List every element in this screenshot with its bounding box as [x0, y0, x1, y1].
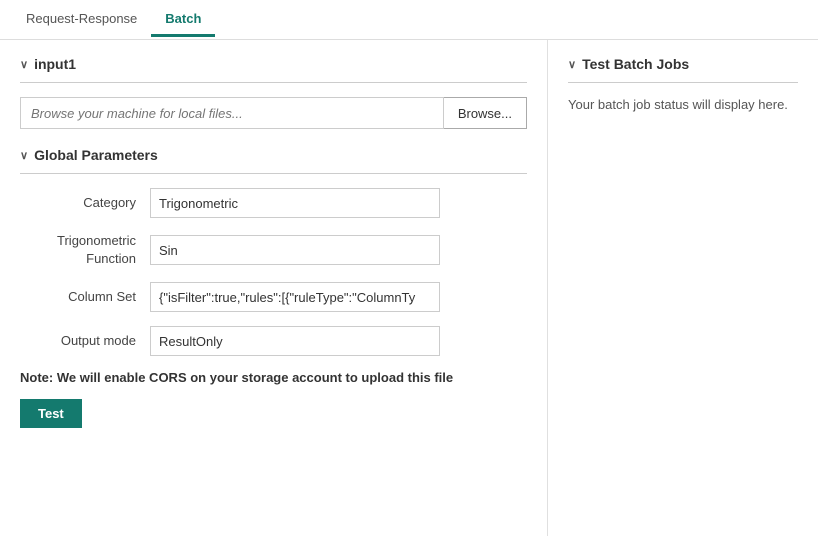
- input1-chevron-icon[interactable]: ∨: [20, 58, 28, 71]
- batch-jobs-divider: [568, 82, 798, 83]
- browse-button[interactable]: Browse...: [444, 97, 527, 129]
- input1-label: input1: [34, 56, 76, 72]
- param-label-output-mode: Output mode: [20, 332, 150, 350]
- input1-divider: [20, 82, 527, 83]
- param-input-category[interactable]: [150, 188, 440, 218]
- left-panel: ∨ input1 Browse... ∨ Global Parameters C…: [0, 40, 548, 536]
- global-params-chevron-icon[interactable]: ∨: [20, 149, 28, 162]
- browse-row: Browse...: [20, 97, 527, 129]
- param-row-trig-function: TrigonometricFunction: [20, 232, 527, 268]
- global-params-header: ∨ Global Parameters: [20, 147, 527, 163]
- param-row-column-set: Column Set: [20, 282, 527, 312]
- param-row-output-mode: Output mode: [20, 326, 527, 356]
- param-input-trig-function[interactable]: [150, 235, 440, 265]
- param-input-output-mode[interactable]: [150, 326, 440, 356]
- param-row-category: Category: [20, 188, 527, 218]
- batch-jobs-chevron-icon[interactable]: ∨: [568, 58, 576, 71]
- global-params-section: ∨ Global Parameters Category Trigonometr…: [20, 147, 527, 356]
- main-content: ∨ input1 Browse... ∨ Global Parameters C…: [0, 40, 818, 536]
- test-button[interactable]: Test: [20, 399, 82, 428]
- param-label-column-set: Column Set: [20, 288, 150, 306]
- param-input-column-set[interactable]: [150, 282, 440, 312]
- global-params-label: Global Parameters: [34, 147, 158, 163]
- right-panel: ∨ Test Batch Jobs Your batch job status …: [548, 40, 818, 536]
- tab-request-response[interactable]: Request-Response: [12, 3, 151, 37]
- batch-jobs-label: Test Batch Jobs: [582, 56, 689, 72]
- param-label-trig-function: TrigonometricFunction: [20, 232, 150, 268]
- batch-status-text: Your batch job status will display here.: [568, 97, 798, 112]
- browse-input[interactable]: [20, 97, 444, 129]
- tab-batch[interactable]: Batch: [151, 3, 215, 37]
- param-label-category: Category: [20, 194, 150, 212]
- tabs-bar: Request-Response Batch: [0, 0, 818, 40]
- cors-note: Note: We will enable CORS on your storag…: [20, 370, 527, 385]
- input1-section-header: ∨ input1: [20, 56, 527, 72]
- global-params-divider: [20, 173, 527, 174]
- batch-jobs-header: ∨ Test Batch Jobs: [568, 56, 798, 72]
